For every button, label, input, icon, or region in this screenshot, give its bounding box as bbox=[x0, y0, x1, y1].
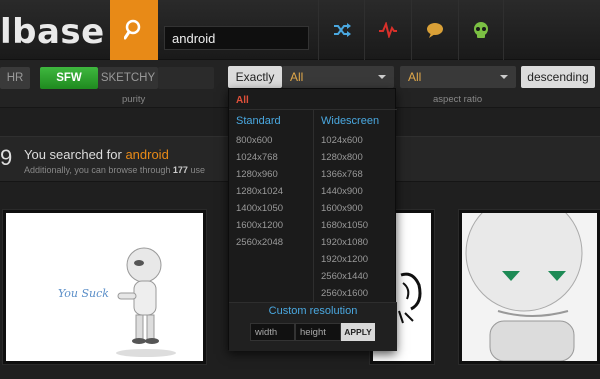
resolution-option[interactable]: 2560x1600 bbox=[321, 288, 368, 299]
exactly-toggle[interactable]: Exactly bbox=[228, 66, 282, 88]
skull-icon bbox=[474, 22, 488, 38]
result-count: 9 bbox=[0, 145, 13, 170]
purity-hr-button[interactable]: HR bbox=[0, 67, 30, 89]
custom-height-input[interactable]: height bbox=[295, 323, 341, 341]
resolution-option[interactable]: 1600x900 bbox=[321, 203, 363, 214]
resolution-option[interactable]: 1280x800 bbox=[321, 152, 363, 163]
additional-prefix: Additionally, you can browse through bbox=[24, 165, 173, 175]
resolution-option[interactable]: 1600x1200 bbox=[236, 220, 283, 231]
search-input[interactable]: android bbox=[164, 26, 309, 50]
summary-prefix: You searched for bbox=[24, 147, 126, 162]
widescreen-heading: Widescreen bbox=[321, 115, 380, 127]
resolution-option[interactable]: 1280x960 bbox=[236, 169, 278, 180]
standard-heading: Standard bbox=[236, 115, 281, 127]
search-summary-text: You searched for android bbox=[24, 147, 169, 162]
purity-sfw-button[interactable]: SFW bbox=[40, 67, 98, 89]
robot-closeup-image bbox=[462, 213, 597, 361]
resolution-option[interactable]: 800x600 bbox=[236, 135, 272, 146]
purity-label: purity bbox=[122, 94, 146, 105]
resolution-option[interactable]: 1024x600 bbox=[321, 135, 363, 146]
aspect-ratio-dropdown[interactable]: All bbox=[400, 66, 516, 88]
resolution-dropdown-panel: All Standard Widescreen 800x600 1024x768… bbox=[228, 88, 397, 351]
custom-resolution-title: Custom resolution bbox=[268, 305, 358, 317]
pulse-icon bbox=[378, 22, 397, 38]
custom-width-input[interactable]: width bbox=[250, 323, 295, 341]
resolution-option[interactable]: 1920x1200 bbox=[321, 254, 368, 265]
purity-extra-button[interactable] bbox=[158, 67, 214, 89]
resolution-option[interactable]: 1400x1050 bbox=[236, 203, 283, 214]
shuffle-icon bbox=[333, 23, 351, 37]
additional-count: 177 bbox=[172, 165, 188, 175]
magnifier-icon bbox=[124, 19, 141, 40]
aspect-ratio-label: aspect ratio bbox=[433, 94, 483, 105]
search-query[interactable]: android bbox=[125, 147, 168, 162]
purity-sketchy-button[interactable]: SKETCHY bbox=[98, 67, 158, 89]
resolution-option[interactable]: 1440x900 bbox=[321, 186, 363, 197]
apply-button[interactable]: APPLY bbox=[341, 323, 375, 341]
resolution-dropdown-value: All bbox=[290, 70, 304, 84]
aspect-dropdown-value: All bbox=[408, 70, 422, 84]
resolution-option[interactable]: 2560x2048 bbox=[236, 237, 283, 248]
resolution-option[interactable]: 1680x1050 bbox=[321, 220, 368, 231]
resolution-option-all[interactable]: All bbox=[236, 95, 249, 106]
resolution-option[interactable]: 1920x1080 bbox=[321, 237, 368, 248]
resolution-dropdown[interactable]: All bbox=[282, 66, 394, 88]
resolution-option[interactable]: 1024x768 bbox=[236, 152, 278, 163]
sort-order-button[interactable]: descending bbox=[521, 66, 595, 88]
additional-text: Additionally, you can browse through 177… bbox=[24, 165, 205, 175]
thumbnail-caption: You Suck bbox=[58, 287, 109, 300]
wallpaper-thumbnail[interactable]: You Suck bbox=[3, 210, 206, 364]
search-button[interactable] bbox=[110, 0, 158, 60]
additional-suffix: use bbox=[187, 165, 205, 175]
caret-down-icon bbox=[378, 75, 386, 79]
wallpaper-thumbnail[interactable] bbox=[459, 210, 600, 364]
forums-button[interactable] bbox=[411, 0, 457, 60]
column-divider bbox=[313, 110, 314, 302]
site-logo[interactable]: lbase bbox=[0, 12, 105, 52]
resolution-option[interactable]: 1280x1024 bbox=[236, 186, 283, 197]
resolution-option[interactable]: 2560x1440 bbox=[321, 271, 368, 282]
speech-bubble-icon bbox=[426, 23, 443, 38]
user-menu-button[interactable] bbox=[458, 0, 504, 60]
resolution-option[interactable]: 1366x768 bbox=[321, 169, 363, 180]
random-button[interactable] bbox=[318, 0, 364, 60]
caret-down-icon bbox=[500, 75, 508, 79]
toplist-button[interactable] bbox=[364, 0, 410, 60]
